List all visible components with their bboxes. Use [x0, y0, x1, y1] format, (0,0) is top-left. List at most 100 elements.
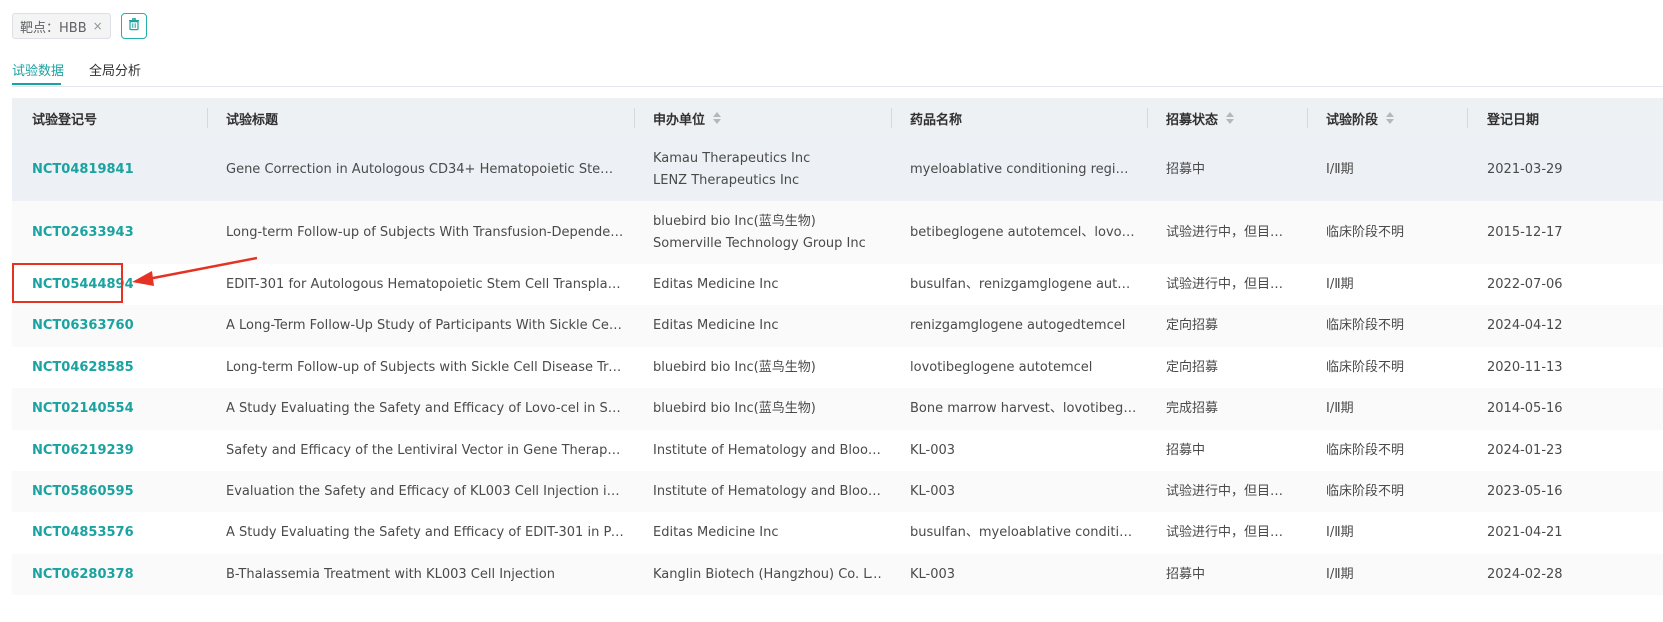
trial-title-cell: Long-term Follow-up of Subjects with Sic… [226, 359, 624, 375]
trial-id-link[interactable]: NCT02633943 [32, 201, 202, 264]
column-divider[interactable] [1147, 108, 1148, 128]
drug-name-cell: myeloablative conditioning regimen... [910, 161, 1138, 177]
sponsor-cell: bluebird bio Inc(蓝鸟生物) [653, 347, 885, 388]
sponsor-name: bluebird bio Inc(蓝鸟生物) [653, 359, 816, 375]
registration-date-cell: 2015-12-17 [1487, 224, 1563, 240]
drug-name-cell: renizgamglogene autogedtemcel [910, 318, 1126, 333]
registration-date-cell: 2024-01-23 [1487, 442, 1563, 458]
sort-icon[interactable] [1386, 112, 1395, 124]
sponsor-name: bluebird bio Inc(蓝鸟生物) [653, 213, 816, 229]
filter-tag-label: 靶点：HBB [20, 20, 87, 36]
trial-id-link[interactable]: NCT04853576 [32, 512, 202, 554]
sponsor-cell: Institute of Hematology and Blood ... [653, 471, 885, 512]
table-row[interactable]: NCT05444894 EDIT-301 for Autologous Hemat… [12, 264, 1663, 305]
trial-id-link[interactable]: NCT04628585 [32, 347, 202, 388]
trial-phase-cell: Ⅰ/Ⅱ期 [1326, 276, 1354, 292]
registration-date-cell: 2022-07-06 [1487, 276, 1563, 292]
sponsor-cell: Kamau Therapeutics Inc LENZ Therapeutics … [653, 138, 885, 201]
trial-title-cell: A Study Evaluating the Safety and Effica… [226, 525, 624, 540]
recruitment-status-cell: 招募中 [1166, 161, 1206, 177]
column-header-registration-date: 登记日期 [1487, 112, 1540, 128]
column-header-title: 试验标题 [226, 112, 279, 128]
registration-date-cell: 2021-04-21 [1487, 525, 1563, 540]
sponsor-cell: Editas Medicine Inc [653, 264, 885, 305]
table-row[interactable]: NCT04853576 A Study Evaluating the Safety… [12, 512, 1663, 554]
trial-phase-cell: 临床阶段不明 [1326, 318, 1405, 333]
sponsor-cell: bluebird bio Inc(蓝鸟生物) Somerville Technol… [653, 201, 885, 264]
column-header-sponsor[interactable]: 申办单位 [653, 98, 722, 138]
table-row[interactable]: NCT06219239 Safety and Efficacy of the Le… [12, 430, 1663, 471]
table-row[interactable]: NCT02140554 A Study Evaluating the Safety… [12, 388, 1663, 430]
table-row[interactable]: NCT04628585 Long-term Follow-up of Subjec… [12, 347, 1663, 388]
recruitment-status-cell: 试验进行中，但目前... [1166, 483, 1294, 499]
trial-id-link[interactable]: NCT05444894 [32, 264, 202, 305]
sponsor-cell: Editas Medicine Inc [653, 512, 885, 554]
trial-title-cell: Long-term Follow-up of Subjects With Tra… [226, 224, 624, 240]
trial-id-link[interactable]: NCT06280378 [32, 554, 202, 595]
registration-date-cell: 2014-05-16 [1487, 401, 1563, 416]
table-row[interactable]: NCT02633943 Long-term Follow-up of Subjec… [12, 201, 1663, 264]
trial-title-cell: Evaluation the Safety and Efficacy of KL… [226, 483, 624, 499]
table-row[interactable]: NCT05860595 Evaluation the Safety and Eff… [12, 471, 1663, 512]
sponsor-cell: Editas Medicine Inc [653, 305, 885, 347]
sponsor-name: Kamau Therapeutics Inc [653, 150, 811, 166]
trial-title-cell: A Long-Term Follow-Up Study of Participa… [226, 318, 624, 333]
trial-id-link[interactable]: NCT05860595 [32, 471, 202, 512]
trial-title-cell: EDIT-301 for Autologous Hematopoietic St… [226, 276, 624, 292]
tab-bar: 试验数据 全局分析 [12, 58, 1663, 87]
trials-table: 试验登记号 试验标题 申办单位 药品名称 招募状态 试验阶段 登记日期 NCT0… [12, 98, 1663, 622]
column-header-registration-no: 试验登记号 [32, 112, 98, 128]
tab-trial-data[interactable]: 试验数据 [12, 60, 64, 79]
drug-name-cell: lovotibeglogene autotemcel [910, 359, 1093, 375]
trial-title-cell: Safety and Efficacy of the Lentiviral Ve… [226, 442, 624, 458]
sort-icon[interactable] [713, 112, 722, 124]
table-row[interactable]: NCT06363760 A Long-Term Follow-Up Study o… [12, 305, 1663, 347]
target-filter-tag[interactable]: 靶点：HBB × [12, 13, 111, 39]
trial-phase-cell: 临床阶段不明 [1326, 442, 1405, 458]
clear-filters-button[interactable] [120, 13, 147, 39]
sponsor-cell: bluebird bio Inc(蓝鸟生物) [653, 388, 885, 430]
trial-id-link[interactable]: NCT06219239 [32, 430, 202, 471]
trial-id-link[interactable]: NCT06363760 [32, 305, 202, 347]
registration-date-cell: 2021-03-29 [1487, 161, 1563, 177]
registration-date-cell: 2023-05-16 [1487, 483, 1563, 499]
column-header-phase[interactable]: 试验阶段 [1326, 98, 1395, 138]
tab-global-analysis[interactable]: 全局分析 [89, 60, 141, 79]
column-divider[interactable] [891, 108, 892, 128]
column-divider[interactable] [1467, 108, 1468, 128]
trial-id-link[interactable]: NCT04819841 [32, 138, 202, 201]
drug-name-cell: KL-003 [910, 442, 956, 458]
column-divider[interactable] [207, 108, 208, 128]
recruitment-status-cell: 完成招募 [1166, 401, 1219, 416]
registration-date-cell: 2024-02-28 [1487, 566, 1563, 582]
recruitment-status-cell: 试验进行中，但目前... [1166, 525, 1294, 540]
trash-icon [127, 17, 141, 35]
close-icon[interactable]: × [93, 19, 103, 33]
drug-name-cell: Bone marrow harvest、lovotibeglog... [910, 401, 1138, 416]
column-divider[interactable] [634, 108, 635, 128]
column-header-recruitment-status[interactable]: 招募状态 [1166, 98, 1235, 138]
recruitment-status-cell: 定向招募 [1166, 359, 1219, 375]
sponsor-name: bluebird bio Inc(蓝鸟生物) [653, 401, 816, 416]
trial-id-link[interactable]: NCT02140554 [32, 388, 202, 430]
trial-phase-cell: 临床阶段不明 [1326, 224, 1405, 240]
trial-phase-cell: Ⅰ/Ⅱ期 [1326, 525, 1354, 540]
column-divider[interactable] [1307, 108, 1308, 128]
drug-name-cell: KL-003 [910, 566, 956, 582]
trial-phase-cell: Ⅰ/Ⅱ期 [1326, 401, 1354, 416]
table-row[interactable]: NCT06280378 B-Thalassemia Treatment with … [12, 554, 1663, 595]
sponsor-name: Editas Medicine Inc [653, 525, 779, 540]
sponsor-cell: Kanglin Biotech (Hangzhou) Co. LTD(... [653, 554, 885, 595]
trial-title-cell: B-Thalassemia Treatment with KL003 Cell … [226, 566, 555, 582]
table-row[interactable]: NCT04819841 Gene Correction in Autologous… [12, 138, 1663, 201]
sponsor-name: Institute of Hematology and Blood ... [653, 442, 885, 458]
sponsor-name: Somerville Technology Group Inc [653, 235, 866, 251]
sort-icon[interactable] [1226, 112, 1235, 124]
registration-date-cell: 2024-04-12 [1487, 318, 1563, 333]
drug-name-cell: betibeglogene autotemcel、lovotibe... [910, 224, 1138, 240]
sponsor-name: Editas Medicine Inc [653, 318, 779, 333]
table-header: 试验登记号 试验标题 申办单位 药品名称 招募状态 试验阶段 登记日期 [12, 98, 1663, 138]
sponsor-name: Kanglin Biotech (Hangzhou) Co. LTD(... [653, 566, 885, 582]
trial-phase-cell: Ⅰ/Ⅱ期 [1326, 161, 1354, 177]
recruitment-status-cell: 招募中 [1166, 442, 1206, 458]
